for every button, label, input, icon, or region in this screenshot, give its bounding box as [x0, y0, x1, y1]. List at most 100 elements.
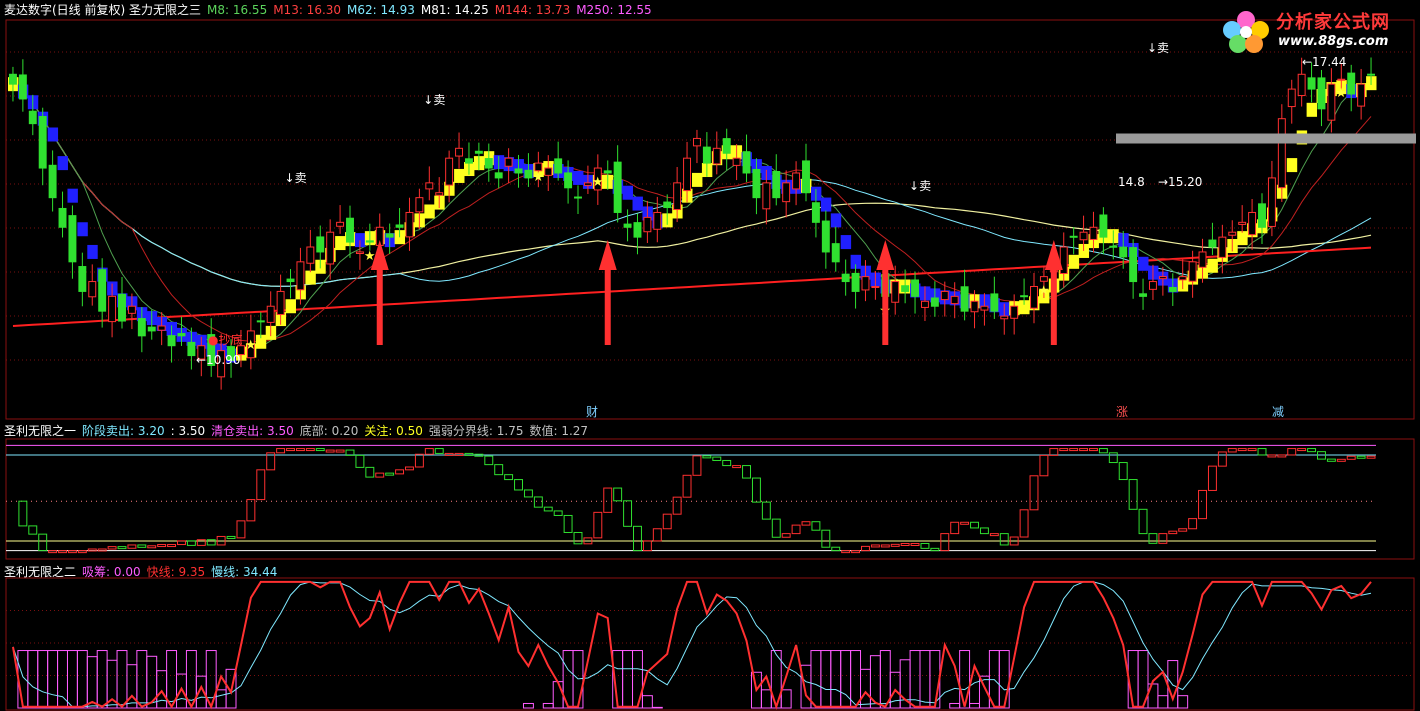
trend-band-block	[1068, 254, 1080, 269]
oscillator-bar	[722, 459, 732, 467]
oscillator-bar	[444, 452, 454, 456]
oscillator-bar	[870, 544, 880, 548]
accumulation-bar	[622, 650, 634, 709]
oscillator-bar	[1287, 448, 1297, 456]
oscillator-bar	[305, 448, 315, 452]
oscillator-bar	[484, 455, 494, 466]
oscillator-bar	[206, 539, 216, 546]
oscillator-bar	[791, 524, 801, 535]
oscillator-bar	[1118, 462, 1128, 481]
accumulation-bar	[215, 689, 227, 709]
trend-band-block	[632, 196, 643, 211]
oscillator-bar	[613, 487, 623, 502]
ind2-title: 圣利无限之二	[4, 565, 77, 579]
oscillator-bar	[48, 550, 58, 554]
candle-body	[98, 269, 107, 312]
candle-body	[891, 281, 900, 303]
oscillator-bar	[761, 501, 771, 520]
oscillator-bar	[38, 533, 48, 552]
accumulation-bar	[651, 706, 663, 709]
candle-body	[48, 164, 57, 199]
accumulation-bar	[800, 664, 812, 709]
ind1-title: 圣利无限之一	[4, 424, 77, 438]
candle-body	[1139, 293, 1148, 297]
legend-item-2: M62: 14.93	[347, 3, 415, 17]
trend-band-block	[47, 127, 59, 142]
legend-item-5: 强弱分界线: 1.75	[428, 424, 524, 438]
candle-body	[365, 240, 374, 243]
oscillator-bar	[910, 542, 920, 546]
mid-price-label-right: →15.20	[1158, 175, 1202, 189]
candle-body	[732, 157, 741, 166]
oscillator-bar	[1207, 465, 1217, 491]
oscillator-bar	[315, 448, 325, 452]
accumulation-bar	[116, 650, 128, 709]
oscillator-bar	[851, 550, 861, 554]
oscillator-bar	[1326, 458, 1336, 462]
indicator-panel-1: 圣利无限之一 阶段卖出: 3.20: 3.50 清仓卖出: 3.50 底部: 0.20…	[0, 421, 1420, 561]
candle-body	[613, 161, 622, 213]
candle-body	[990, 293, 999, 312]
candlestick-chart[interactable]: ★★★★★★★↓卖↓卖↓卖↓卖←10.90●抄底←17.4414.8→15.20…	[0, 0, 1420, 420]
trend-band-block	[830, 213, 842, 228]
event-marker-jian: 减	[1272, 405, 1284, 419]
candle-body	[524, 169, 533, 179]
candle-body	[1158, 276, 1167, 280]
accumulation-bar	[542, 702, 554, 709]
candle-body	[355, 251, 364, 254]
oscillator-bar	[97, 548, 107, 552]
buy-star-icon: ★	[1335, 86, 1347, 101]
trend-band-block	[77, 222, 88, 237]
buy-star-icon: ★	[592, 175, 604, 190]
oscillator-bar	[890, 543, 900, 547]
oscillator-bar	[1297, 448, 1307, 452]
candle-body	[1198, 251, 1207, 268]
oscillator-bar	[633, 525, 642, 552]
oscillator-bar	[414, 453, 424, 468]
candle-body	[772, 170, 781, 199]
oscillator-bar	[107, 546, 117, 550]
trend-band-block	[1286, 158, 1298, 173]
indicator-2-chart[interactable]	[0, 562, 1420, 711]
candle-body	[346, 217, 354, 243]
oscillator-bar	[385, 472, 395, 476]
candle-body	[464, 158, 473, 164]
accumulation-bar	[86, 656, 98, 709]
candle-body	[28, 110, 37, 125]
candle-body	[940, 290, 949, 301]
oscillator-bar	[1247, 448, 1257, 452]
oscillator-bar	[781, 533, 791, 538]
oscillator-bar	[672, 496, 682, 515]
oscillator-bar	[811, 521, 821, 531]
candle-body	[851, 272, 860, 292]
oscillator-bar	[1138, 508, 1148, 535]
mid-price-label-left: 14.8	[1118, 175, 1145, 189]
candle-body	[187, 341, 196, 357]
oscillator-bar	[979, 527, 989, 535]
indicator-1-chart[interactable]	[0, 421, 1420, 561]
candle-body	[1367, 73, 1376, 76]
logo-title: 分析家公式网	[1276, 12, 1390, 33]
oscillator-bar	[1346, 455, 1356, 460]
legend-item-3: 底部: 0.20	[299, 424, 359, 438]
oscillator-bar	[821, 529, 831, 548]
accumulation-bar	[919, 650, 931, 709]
oscillator-bar	[1356, 455, 1366, 459]
oscillator-bar	[127, 544, 137, 549]
oscillator-bar	[970, 521, 979, 529]
oscillator-bar	[1366, 455, 1376, 459]
candle-body	[157, 325, 166, 331]
oscillator-bar	[226, 535, 236, 539]
oscillator-bar	[1178, 528, 1188, 532]
oscillator-bar	[573, 531, 583, 545]
oscillator-bar	[514, 479, 523, 491]
candle-body	[831, 243, 840, 263]
accumulation-bar	[760, 689, 772, 709]
oscillator-bar	[67, 550, 77, 554]
oscillator-bar	[1059, 448, 1069, 452]
candle-body	[970, 300, 979, 313]
oscillator-bar	[1089, 448, 1098, 452]
accumulation-bar	[830, 650, 842, 709]
candle-body	[802, 160, 810, 194]
oscillator-bar	[861, 545, 870, 552]
